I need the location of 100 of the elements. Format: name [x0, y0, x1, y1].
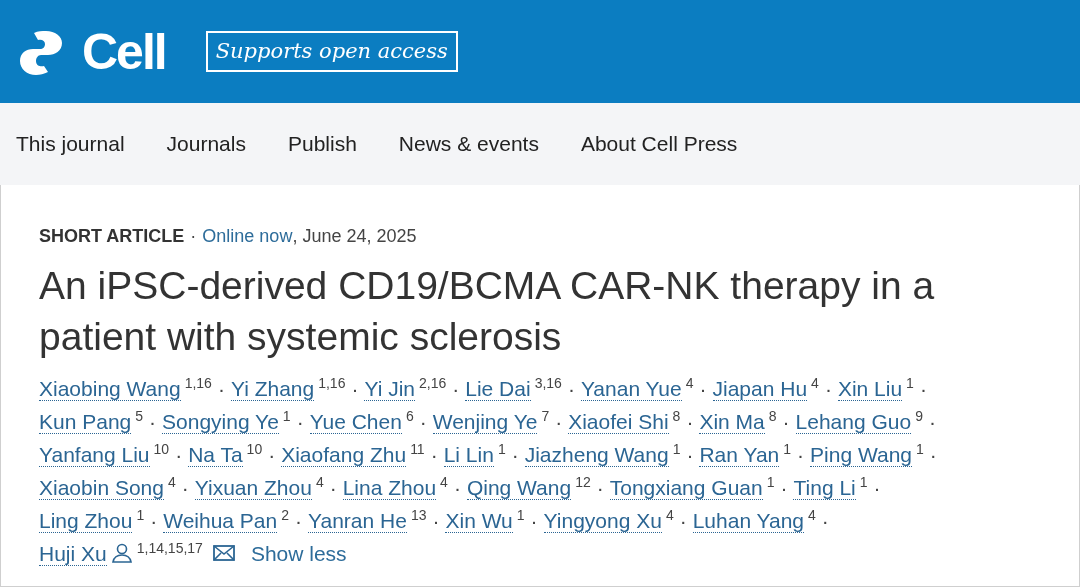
separator: · [596, 476, 604, 499]
separator: · [175, 443, 183, 466]
affiliation-number: 9 [915, 408, 923, 424]
separator: · [821, 509, 829, 532]
author-link[interactable]: Xiaofei Shi [568, 410, 669, 434]
affiliation-number: 1 [282, 408, 291, 424]
separator: · [679, 509, 687, 532]
separator: · [217, 377, 225, 400]
author-link[interactable]: Yanan Yue [580, 377, 682, 401]
nav-link[interactable]: Publish [287, 128, 357, 160]
nav-link[interactable]: This journal [16, 128, 125, 160]
affiliation-number: 11 [410, 441, 425, 457]
separator: · [419, 410, 427, 433]
separator: · [329, 476, 337, 499]
author-link[interactable]: Jiazheng Wang [524, 443, 669, 467]
separator: · [149, 410, 157, 433]
open-access-badge: Supports open access [205, 30, 458, 73]
author-link[interactable]: Luhan Yang [692, 509, 804, 533]
author-link[interactable]: Jiapan Hu [712, 377, 808, 401]
author-link[interactable]: Xin Wu [445, 509, 513, 533]
separator: · [351, 377, 359, 400]
separator: · [567, 377, 575, 400]
affiliation-number: 10 [246, 441, 263, 457]
separator: · [430, 443, 438, 466]
author-link[interactable]: Yi Zhang [230, 377, 315, 401]
affiliation-number: 1 [516, 507, 525, 523]
affiliation-number: 10 [153, 441, 170, 457]
author-link[interactable]: Yanfang Liu [39, 443, 150, 467]
author-link[interactable]: Lehang Guo [795, 410, 912, 434]
affiliation-number: 1,14,15,17 [136, 540, 203, 556]
affiliation-number: 4 [167, 474, 176, 490]
separator: · [780, 476, 788, 499]
author-link[interactable]: Kun Pang [39, 410, 132, 434]
author-link[interactable]: Xiaobin Song [39, 476, 164, 500]
affiliation-number: 1 [783, 441, 792, 457]
author-link[interactable]: Wenjing Ye [432, 410, 538, 434]
author-link[interactable]: Na Ta [188, 443, 243, 467]
affiliation-number: 1,16 [184, 375, 212, 391]
separator: · [432, 509, 440, 532]
separator: · [929, 443, 937, 466]
author-link[interactable]: Li Lin [443, 443, 494, 467]
nav-link[interactable]: Journals [166, 128, 246, 160]
affiliation-number: 5 [135, 408, 144, 424]
affiliation-number: 1 [766, 474, 775, 490]
author-link[interactable]: Weihua Pan [163, 509, 278, 533]
affiliation-number: 1 [916, 441, 924, 457]
author-link[interactable]: Lie Dai [465, 377, 531, 401]
person-icon[interactable] [110, 543, 133, 563]
affiliation-number: 1 [672, 441, 681, 457]
author-link[interactable]: Yingyong Xu [543, 509, 662, 533]
separator: · [181, 476, 189, 499]
affiliation-number: 4 [665, 507, 674, 523]
separator: · [511, 443, 519, 466]
separator: · [268, 443, 276, 466]
author-link[interactable]: Ling Zhou [39, 509, 133, 533]
affiliation-number: 4 [811, 375, 819, 391]
author-link[interactable]: Ping Wang [810, 443, 912, 467]
article-type: SHORT ARTICLE [39, 225, 185, 248]
author-link[interactable]: Xiaobing Wang [39, 377, 181, 401]
affiliation-number: 4 [315, 474, 324, 490]
author-link[interactable]: Qing Wang [466, 476, 572, 500]
separator: · [928, 410, 936, 433]
separator: · [686, 410, 694, 433]
separator: · [782, 410, 790, 433]
separator: · [190, 225, 197, 248]
affiliation-number: 1 [859, 474, 868, 490]
affiliation-number: 1 [906, 375, 914, 391]
affiliation-number: 8 [768, 408, 777, 424]
nav-link[interactable]: About Cell Press [580, 128, 738, 160]
affiliation-number: 2,16 [419, 375, 447, 391]
author-link[interactable]: Yi Jin [364, 377, 415, 401]
separator: · [150, 509, 158, 532]
separator: · [686, 443, 694, 466]
author-link[interactable]: Yue Chen [309, 410, 402, 434]
affiliation-number: 4 [808, 507, 816, 523]
separator: · [295, 509, 303, 532]
author-link[interactable]: Huji Xu [39, 542, 107, 566]
show-less-link[interactable]: Show less [250, 542, 347, 565]
affiliation-number: 8 [672, 408, 681, 424]
separator: · [797, 443, 805, 466]
affiliation-number: 1 [136, 507, 145, 523]
separator: · [453, 476, 461, 499]
separator: · [699, 377, 707, 400]
author-link[interactable]: Ran Yan [699, 443, 780, 467]
author-link[interactable]: Songying Ye [162, 410, 279, 434]
author-link[interactable]: Xin Ma [699, 410, 765, 434]
author-link[interactable]: Yanran He [308, 509, 407, 533]
separator: · [555, 410, 563, 433]
nav-link[interactable]: News & events [398, 128, 539, 160]
affiliation-number: 7 [541, 408, 550, 424]
separator: · [919, 377, 927, 400]
author-link[interactable]: Yixuan Zhou [194, 476, 312, 500]
author-link[interactable]: Lina Zhou [342, 476, 437, 500]
author-link[interactable]: Ting Li [793, 476, 856, 500]
author-link[interactable]: Xiaofang Zhu [281, 443, 407, 467]
author-link[interactable]: Tongxiang Guan [609, 476, 763, 500]
email-icon[interactable] [212, 543, 235, 563]
online-now-link[interactable]: Online now [202, 223, 293, 250]
author-link[interactable]: Xin Liu [837, 377, 903, 401]
publication-date: , June 24, 2025 [292, 225, 417, 248]
